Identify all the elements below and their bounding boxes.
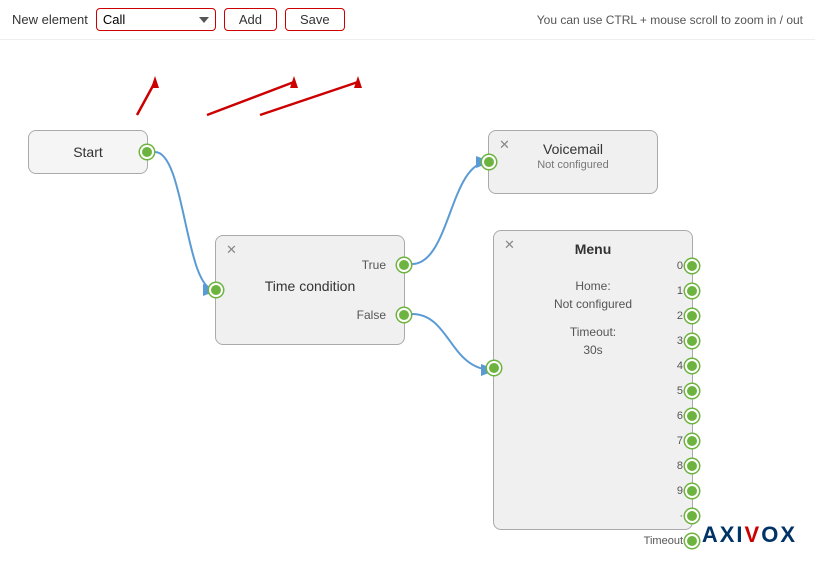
menu-port-label-6: 6: [677, 410, 683, 422]
menu-port-label-9: 9: [677, 485, 683, 497]
menu-port-1[interactable]: 1: [644, 278, 699, 303]
add-button[interactable]: Add: [224, 8, 277, 31]
menu-port-label-8: 8: [677, 460, 683, 472]
menu-port-connector-7[interactable]: [685, 434, 699, 448]
menu-port-label-1: 1: [677, 285, 683, 297]
true-label: True: [362, 258, 386, 272]
menu-port-3[interactable]: 3: [644, 328, 699, 353]
menu-port-connector-0[interactable]: [685, 259, 699, 273]
start-output-connector[interactable]: [140, 145, 154, 159]
time-condition-node[interactable]: ✕ True Time condition False: [215, 235, 405, 345]
menu-port-connector-9[interactable]: [685, 484, 699, 498]
canvas: Start ✕ True Time condition False ✕ Voic…: [0, 40, 815, 560]
menu-port-connector-5[interactable]: [685, 384, 699, 398]
menu-port-2[interactable]: 2: [644, 303, 699, 328]
time-condition-false-output: False: [357, 308, 404, 322]
menu-port-0[interactable]: 0: [644, 253, 699, 278]
menu-port-label-5: 5: [677, 385, 683, 397]
element-type-select[interactable]: Call Voicemail Menu Time condition IVR: [96, 8, 216, 31]
menu-port-connector-2[interactable]: [685, 309, 699, 323]
menu-port-label-0: 0: [677, 260, 683, 272]
time-condition-true-connector[interactable]: [397, 258, 411, 272]
time-condition-close-icon[interactable]: ✕: [226, 242, 237, 258]
menu-port-connector-6[interactable]: [685, 409, 699, 423]
start-node[interactable]: Start: [28, 130, 148, 174]
menu-port-connector-timeout[interactable]: [685, 534, 699, 548]
menu-port-6[interactable]: 6: [644, 403, 699, 428]
save-button[interactable]: Save: [285, 8, 345, 31]
menu-port-timeout[interactable]: Timeout: [644, 528, 699, 553]
menu-port-connector-8[interactable]: [685, 459, 699, 473]
menu-port-connector-4[interactable]: [685, 359, 699, 373]
menu-port-7[interactable]: 7: [644, 428, 699, 453]
time-condition-false-connector[interactable]: [397, 308, 411, 322]
menu-ports: 0 1 2 3 4 5 6: [644, 253, 699, 553]
branding-accent: V: [745, 522, 762, 547]
menu-port-label-7: 7: [677, 435, 683, 447]
zoom-hint: You can use CTRL + mouse scroll to zoom …: [537, 13, 803, 27]
false-label: False: [357, 308, 386, 322]
menu-port-label-star: ·: [679, 510, 683, 522]
menu-input-connector[interactable]: [487, 361, 501, 375]
time-condition-title: Time condition: [216, 278, 404, 294]
new-element-label: New element: [12, 12, 88, 27]
voicemail-node[interactable]: ✕ Voicemail Not configured: [488, 130, 658, 194]
menu-port-label-timeout: Timeout: [644, 535, 683, 547]
menu-port-5[interactable]: 5: [644, 378, 699, 403]
menu-port-label-2: 2: [677, 310, 683, 322]
menu-port-label-4: 4: [677, 360, 683, 372]
axivox-branding: AXIVOX: [702, 522, 797, 548]
menu-port-connector-1[interactable]: [685, 284, 699, 298]
menu-port-4[interactable]: 4: [644, 353, 699, 378]
menu-port-8[interactable]: 8: [644, 453, 699, 478]
menu-close-icon[interactable]: ✕: [504, 237, 515, 253]
menu-node[interactable]: ✕ Menu Home: Not configured Timeout: 30s…: [493, 230, 693, 530]
menu-port-label-3: 3: [677, 335, 683, 347]
menu-port-9[interactable]: 9: [644, 478, 699, 503]
voicemail-title: Voicemail: [489, 141, 657, 157]
toolbar: New element Call Voicemail Menu Time con…: [0, 0, 815, 40]
voicemail-input-connector[interactable]: [482, 155, 496, 169]
voicemail-close-icon[interactable]: ✕: [499, 137, 510, 153]
menu-port-connector-star[interactable]: [685, 509, 699, 523]
time-condition-true-output: True: [362, 258, 404, 272]
voicemail-subtitle: Not configured: [489, 159, 657, 171]
menu-port-connector-3[interactable]: [685, 334, 699, 348]
start-label: Start: [73, 144, 103, 160]
menu-port-star[interactable]: ·: [644, 503, 699, 528]
